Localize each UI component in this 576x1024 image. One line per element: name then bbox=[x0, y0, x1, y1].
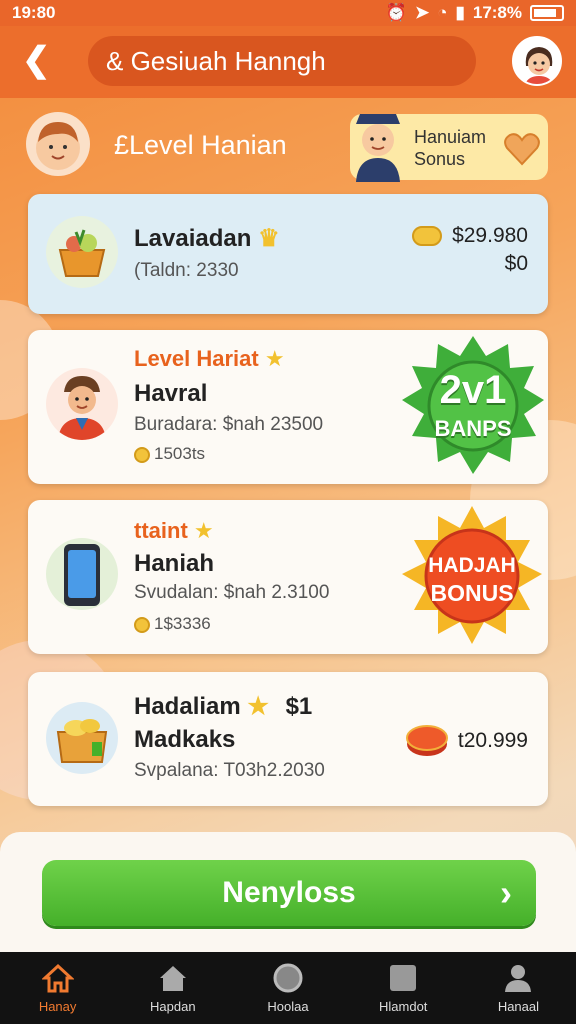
card1-prices: $29.980 $0 bbox=[412, 222, 528, 278]
coin-icon bbox=[134, 446, 150, 463]
card4-title-text: Hadaliam bbox=[134, 693, 241, 720]
profile-avatar[interactable] bbox=[512, 36, 562, 86]
product-image bbox=[46, 368, 118, 440]
product-card-2[interactable]: Level Hariat ★ Havral Buradara: $nah 235… bbox=[28, 330, 548, 484]
nav-label: Hapdan bbox=[150, 998, 196, 1014]
search-bar[interactable]: & Gesiuah Hanngh bbox=[88, 36, 476, 86]
man-character-icon bbox=[58, 376, 106, 440]
phone-icon bbox=[64, 544, 100, 606]
card2-subtitle: Buradara: $nah 23500 bbox=[134, 414, 324, 435]
wifi-icon: ◔ bbox=[437, 3, 448, 22]
product-card-4[interactable]: Hadaliam ★ $1 Madkaks Svpalana: T03h2.20… bbox=[28, 672, 548, 806]
card4-price-text: t20.999 bbox=[457, 729, 528, 752]
app-header: ❮ & Gesiuah Hanngh bbox=[0, 26, 576, 98]
card3-coins: 1$3336 bbox=[134, 614, 211, 634]
boy-avatar bbox=[26, 112, 90, 176]
battery-percent: 17:8% bbox=[472, 3, 522, 22]
coin-icon bbox=[412, 226, 443, 247]
burst-line2: BONUS bbox=[430, 580, 514, 606]
nav-item-explore[interactable]: Hoolaa bbox=[230, 952, 345, 1024]
signal-icon: ▮ bbox=[455, 3, 465, 22]
star-icon: ★ bbox=[264, 346, 285, 371]
star-icon: ★ bbox=[193, 518, 214, 543]
card3-tag: ttaint ★ bbox=[134, 518, 214, 544]
man-avatar-icon bbox=[356, 114, 400, 182]
product-card-3[interactable]: ttaint ★ Haniah Svudalan: $nah 2.3100 1$… bbox=[28, 500, 548, 654]
bonus-line1: Hanuiam bbox=[414, 127, 487, 147]
card1-title: Lavaiadan ♛ bbox=[134, 224, 280, 253]
nav-label: Hoolaa bbox=[267, 998, 309, 1014]
battery-icon bbox=[530, 5, 564, 21]
product-card-1[interactable]: Lavaiadan ♛ (Taldn: 2330 $29.980 $0 bbox=[28, 194, 548, 314]
card2-tag-text: Level Hariat bbox=[134, 346, 259, 371]
alarm-icon: ⏰ bbox=[385, 3, 407, 22]
card2-title: Havral bbox=[134, 380, 208, 407]
house-icon bbox=[157, 963, 189, 993]
nav-label: Hanay bbox=[38, 998, 77, 1014]
gift-box-icon bbox=[56, 719, 108, 763]
crown-icon: ♛ bbox=[258, 225, 280, 252]
person-icon bbox=[502, 963, 534, 993]
burst-line2: BANPS bbox=[434, 416, 512, 441]
nav-item-home[interactable]: Hanay bbox=[0, 952, 115, 1024]
product-image bbox=[46, 538, 118, 610]
card3-title: Haniah bbox=[134, 550, 215, 577]
coin-icon bbox=[134, 616, 150, 633]
bottom-nav: Hanay Hapdan Hoolaa Hlamdot Hanaal bbox=[0, 952, 576, 1024]
location-icon: ➤ bbox=[414, 3, 430, 22]
chevron-right-icon: › bbox=[500, 872, 512, 913]
card4-title: Hadaliam ★ $1 bbox=[134, 692, 312, 721]
card2-tag: Level Hariat ★ bbox=[134, 346, 285, 372]
nav-item-orders[interactable]: Hlamdot bbox=[346, 952, 461, 1024]
card1-subtitle: (Taldn: 2330 bbox=[134, 260, 239, 281]
burst-line1: HADJAH bbox=[428, 554, 516, 577]
heart-icon bbox=[504, 133, 540, 166]
search-text: & Gesiuah Hanngh bbox=[106, 45, 326, 76]
product-image bbox=[46, 216, 118, 288]
card4-price-inline: $1 bbox=[285, 693, 313, 720]
basket-icon bbox=[58, 229, 106, 277]
continue-button[interactable]: Nenyloss › bbox=[42, 860, 536, 926]
nav-item-shop[interactable]: Hapdan bbox=[115, 952, 230, 1024]
card1-price1-text: $29.980 bbox=[452, 224, 528, 247]
girl-avatar-icon bbox=[514, 38, 560, 84]
card3-subtitle: Svudalan: $nah 2.3100 bbox=[134, 582, 330, 603]
boy-face-icon bbox=[36, 122, 80, 170]
status-icons: ⏰ ➤ ◔ ▮ 17:8% bbox=[386, 3, 564, 23]
status-time: 19:80 bbox=[12, 3, 56, 22]
nav-label: Hanaal bbox=[497, 998, 540, 1014]
burst-line1: 2v1 bbox=[439, 368, 507, 412]
card3-tag-text: ttaint bbox=[134, 518, 188, 543]
card2-coins-text: 1503ts bbox=[154, 444, 206, 463]
red-coin-icon bbox=[405, 725, 448, 756]
card1-title-text: Lavaiadan bbox=[134, 225, 252, 252]
nav-item-profile[interactable]: Hanaal bbox=[461, 952, 576, 1024]
card4-price: t20.999 bbox=[405, 724, 528, 758]
star-icon: ★ bbox=[247, 693, 269, 720]
square-icon bbox=[387, 963, 419, 993]
bonus-line2: Sonus bbox=[414, 149, 466, 169]
level-title: £Level Hanian bbox=[114, 130, 287, 160]
card2-burst-badge: 2v1 BANPS bbox=[398, 334, 548, 480]
card1-price1: $29.980 bbox=[412, 222, 528, 250]
card2-coins: 1503ts bbox=[134, 444, 205, 464]
home-icon bbox=[41, 963, 74, 993]
continue-button-label: Nenyloss bbox=[222, 876, 356, 909]
nav-label: Hlamdot bbox=[379, 998, 428, 1014]
card3-coins-text: 1$3336 bbox=[154, 614, 211, 633]
back-arrow-icon[interactable]: ❮ bbox=[22, 40, 51, 80]
status-bar: 19:80 ⏰ ➤ ◔ ▮ 17:8% bbox=[0, 0, 576, 26]
card4-title2: Madkaks bbox=[134, 726, 236, 753]
daily-bonus-badge[interactable]: Hanuiam Sonus bbox=[350, 114, 548, 182]
level-banner: £Level Hanian Hanuiam Sonus bbox=[0, 104, 576, 184]
bonus-text: Hanuiam Sonus bbox=[414, 126, 486, 170]
circle-icon bbox=[272, 963, 304, 993]
card3-burst-badge: HADJAH BONUS bbox=[396, 504, 548, 650]
card4-subtitle: Svpalana: T03h2.2030 bbox=[134, 760, 325, 781]
card1-price2: $0 bbox=[504, 252, 528, 275]
product-image bbox=[46, 702, 118, 774]
